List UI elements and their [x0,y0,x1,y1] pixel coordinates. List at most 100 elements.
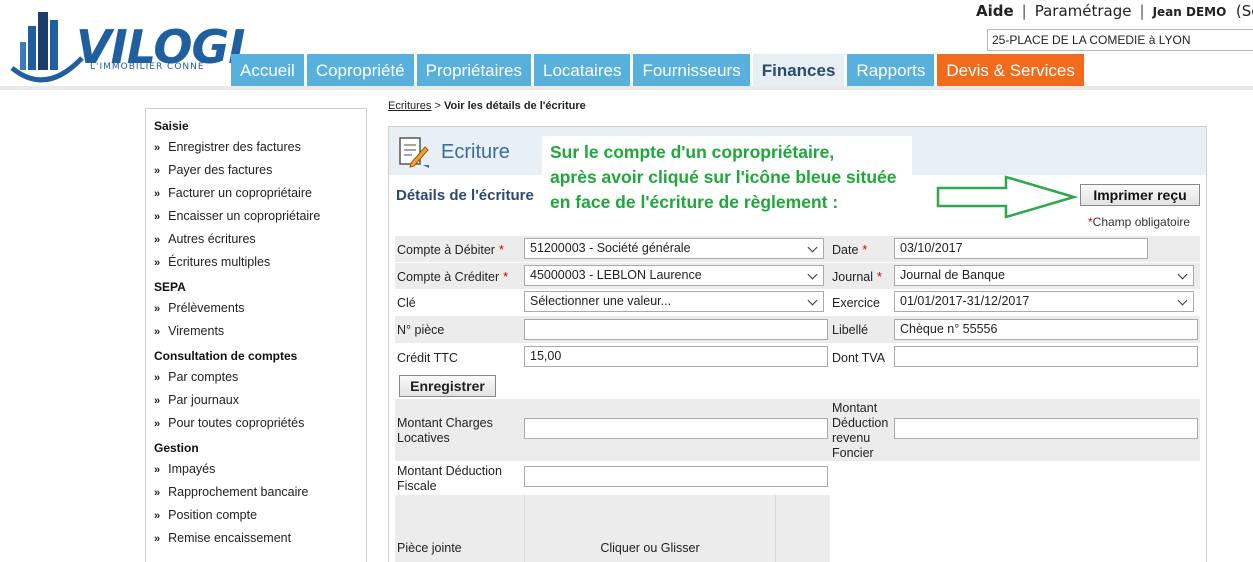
tab-finances[interactable]: Finances [752,54,845,86]
double-chevron-icon: » [154,464,161,476]
credit-ttc-input[interactable]: 15,00 [524,346,828,367]
deduction-fiscale-label: Montant Déduction Fiscale [397,464,502,494]
user-name[interactable]: Jean DEMO [1153,5,1227,19]
tab-accueil[interactable]: Accueil [231,54,304,86]
charges-locatives-input[interactable] [524,418,828,439]
piece-jointe-label: Pièce jointe [397,541,462,555]
tab-proprietaires[interactable]: Propriétaires [416,54,532,86]
date-input[interactable]: 03/10/2017 [894,238,1148,259]
sidebar-item-remise-encaissement[interactable]: » Remise encaissement [154,527,366,550]
separator: | [1139,2,1145,20]
libelle-input[interactable]: Chèque n° 55556 [894,319,1198,340]
double-chevron-icon: » [154,372,161,384]
sidebar-item-ecritures-multiples[interactable]: » Écritures multiples [154,251,366,274]
double-chevron-icon: » [154,487,161,499]
sidebar-item-payer-factures[interactable]: » Payer des factures [154,159,366,182]
sidebar-item-label: Facturer un copropriétaire [168,186,312,200]
deduction-revenu-input[interactable] [894,418,1198,439]
settings-link[interactable]: Paramétrage [1035,2,1132,20]
label-text: Compte à Débiter [397,243,495,257]
tab-rapports[interactable]: Rapports [847,54,935,86]
required-star: * [503,270,508,284]
sidebar-item-label: Encaisser un copropriétaire [168,209,321,223]
double-chevron-icon: » [154,303,161,315]
sidebar-item-prelevements[interactable]: » Prélèvements [154,297,366,320]
tab-fournisseurs[interactable]: Fournisseurs [633,54,750,86]
panel-title: Ecriture [441,141,510,163]
print-receipt-button[interactable]: Imprimer reçu [1080,184,1200,206]
tab-copropriete[interactable]: Copropriété [306,54,414,86]
required-star: * [877,270,882,284]
sidebar-item-label: Autres écritures [168,232,256,246]
sidebar-item-label: Impayés [168,462,216,476]
tab-locataires[interactable]: Locataires [534,54,631,86]
logo-tagline: L'IMMOBILIER CONNE [90,62,205,72]
num-piece-input[interactable] [524,319,828,340]
journal-label: Journal * [832,270,882,285]
journal-select[interactable]: Journal de Banque [894,265,1194,286]
charges-locatives-label: Montant Charges Locatives [397,416,493,446]
sidebar-item-label: Rapprochement bancaire [168,485,309,499]
sidebar-item-par-comptes[interactable]: » Par comptes [154,366,366,389]
double-chevron-icon: » [154,395,161,407]
label-line: Locatives [397,431,450,445]
breadcrumb: Ecritures > Voir les détails de l'écritu… [388,100,586,112]
label-text: Compte à Créditer [397,270,500,284]
sidebar-item-impayes[interactable]: » Impayés [154,458,366,481]
annotation-line: Sur le compte d'un copropriétaire, [550,142,835,162]
sidebar-item-toutes-coproprietes[interactable]: » Pour toutes copropriétés [154,412,366,435]
sidebar-section-title: Saisie [154,119,189,133]
compte-crediter-select[interactable]: 45000003 - LEBLON Laurence [524,265,824,286]
sidebar-item-encaisser-coproprietaire[interactable]: » Encaisser un copropriétaire [154,205,366,228]
sidebar-item-facturer-coproprietaire[interactable]: » Facturer un copropriétaire [154,182,366,205]
instruction-annotation: Sur le compte d'un copropriétaire, après… [542,136,912,219]
exercice-select[interactable]: 01/01/2017-31/12/2017 [894,291,1194,312]
main-nav-tabs: Accueil Copropriété Propriétaires Locata… [231,54,1087,86]
help-link[interactable]: Aide [976,2,1014,20]
double-chevron-icon: » [154,257,161,269]
double-chevron-icon: » [154,211,161,223]
required-note-text: Champ obligatoire [1092,215,1191,229]
sidebar-item-par-journaux[interactable]: » Par journaux [154,389,366,412]
building-logo-icon [10,12,84,83]
sidebar-item-position-compte[interactable]: » Position compte [154,504,366,527]
sidebar-item-autres-ecritures[interactable]: » Autres écritures [154,228,366,251]
cle-select[interactable]: Sélectionner une valeur... [524,291,824,312]
label-line: Déduction [832,416,889,430]
date-label: Date * [832,243,867,258]
cle-label: Clé [397,296,416,310]
sidebar-section-title: Gestion [154,441,199,455]
label-line: Montant Déduction [397,464,502,478]
sidebar-item-label: Par comptes [168,370,239,384]
required-star: * [862,243,868,257]
libelle-label: Libellé [832,323,869,337]
sidebar-item-virements[interactable]: » Virements [154,320,366,343]
compte-crediter-label: Compte à Créditer * [397,270,508,285]
sidebar-item-rapprochement-bancaire[interactable]: » Rapprochement bancaire [154,481,366,504]
vilogi-logo[interactable]: VILOGI L'IMMOBILIER CONNE [6,6,266,86]
dont-tva-input[interactable] [894,346,1198,367]
building-selector[interactable]: 25-PLACE DE LA COMEDIE à LYON [987,29,1253,51]
double-chevron-icon: » [154,188,161,200]
deduction-revenu-label: Montant Déduction revenu Foncier [832,401,888,461]
save-button[interactable]: Enregistrer [399,375,496,397]
sidebar-item-label: Par journaux [168,393,239,407]
sidebar-item-label: Prélèvements [168,301,245,315]
dont-tva-label: Dont TVA [832,351,886,365]
file-dropzone[interactable]: Cliquer ou Glisser [524,495,776,562]
deduction-fiscale-input[interactable] [524,466,828,487]
sidebar-item-label: Remise encaissement [168,531,292,545]
logout-link[interactable]: (Se [1236,2,1253,20]
label-line: Montant [832,401,878,415]
sidebar-menu: Saisie » Enregistrer des factures » Payer … [145,108,367,562]
sidebar-item-label: Enregistrer des factures [168,140,301,154]
label-line: Montant Charges [397,416,493,430]
compte-debiter-select[interactable]: 51200003 - Société générale [524,238,824,259]
double-chevron-icon: » [154,418,161,430]
app-header: VILOGI L'IMMOBILIER CONNE Aide | Paramétra… [0,0,1253,90]
sidebar-item-enregistrer-factures[interactable]: » Enregistrer des factures [154,136,366,159]
tab-devis-services[interactable]: Devis & Services [937,54,1084,86]
sidebar-item-label: Position compte [168,508,258,522]
label-line: Fiscale [397,479,437,493]
breadcrumb-link-ecritures[interactable]: Ecritures [388,100,431,112]
